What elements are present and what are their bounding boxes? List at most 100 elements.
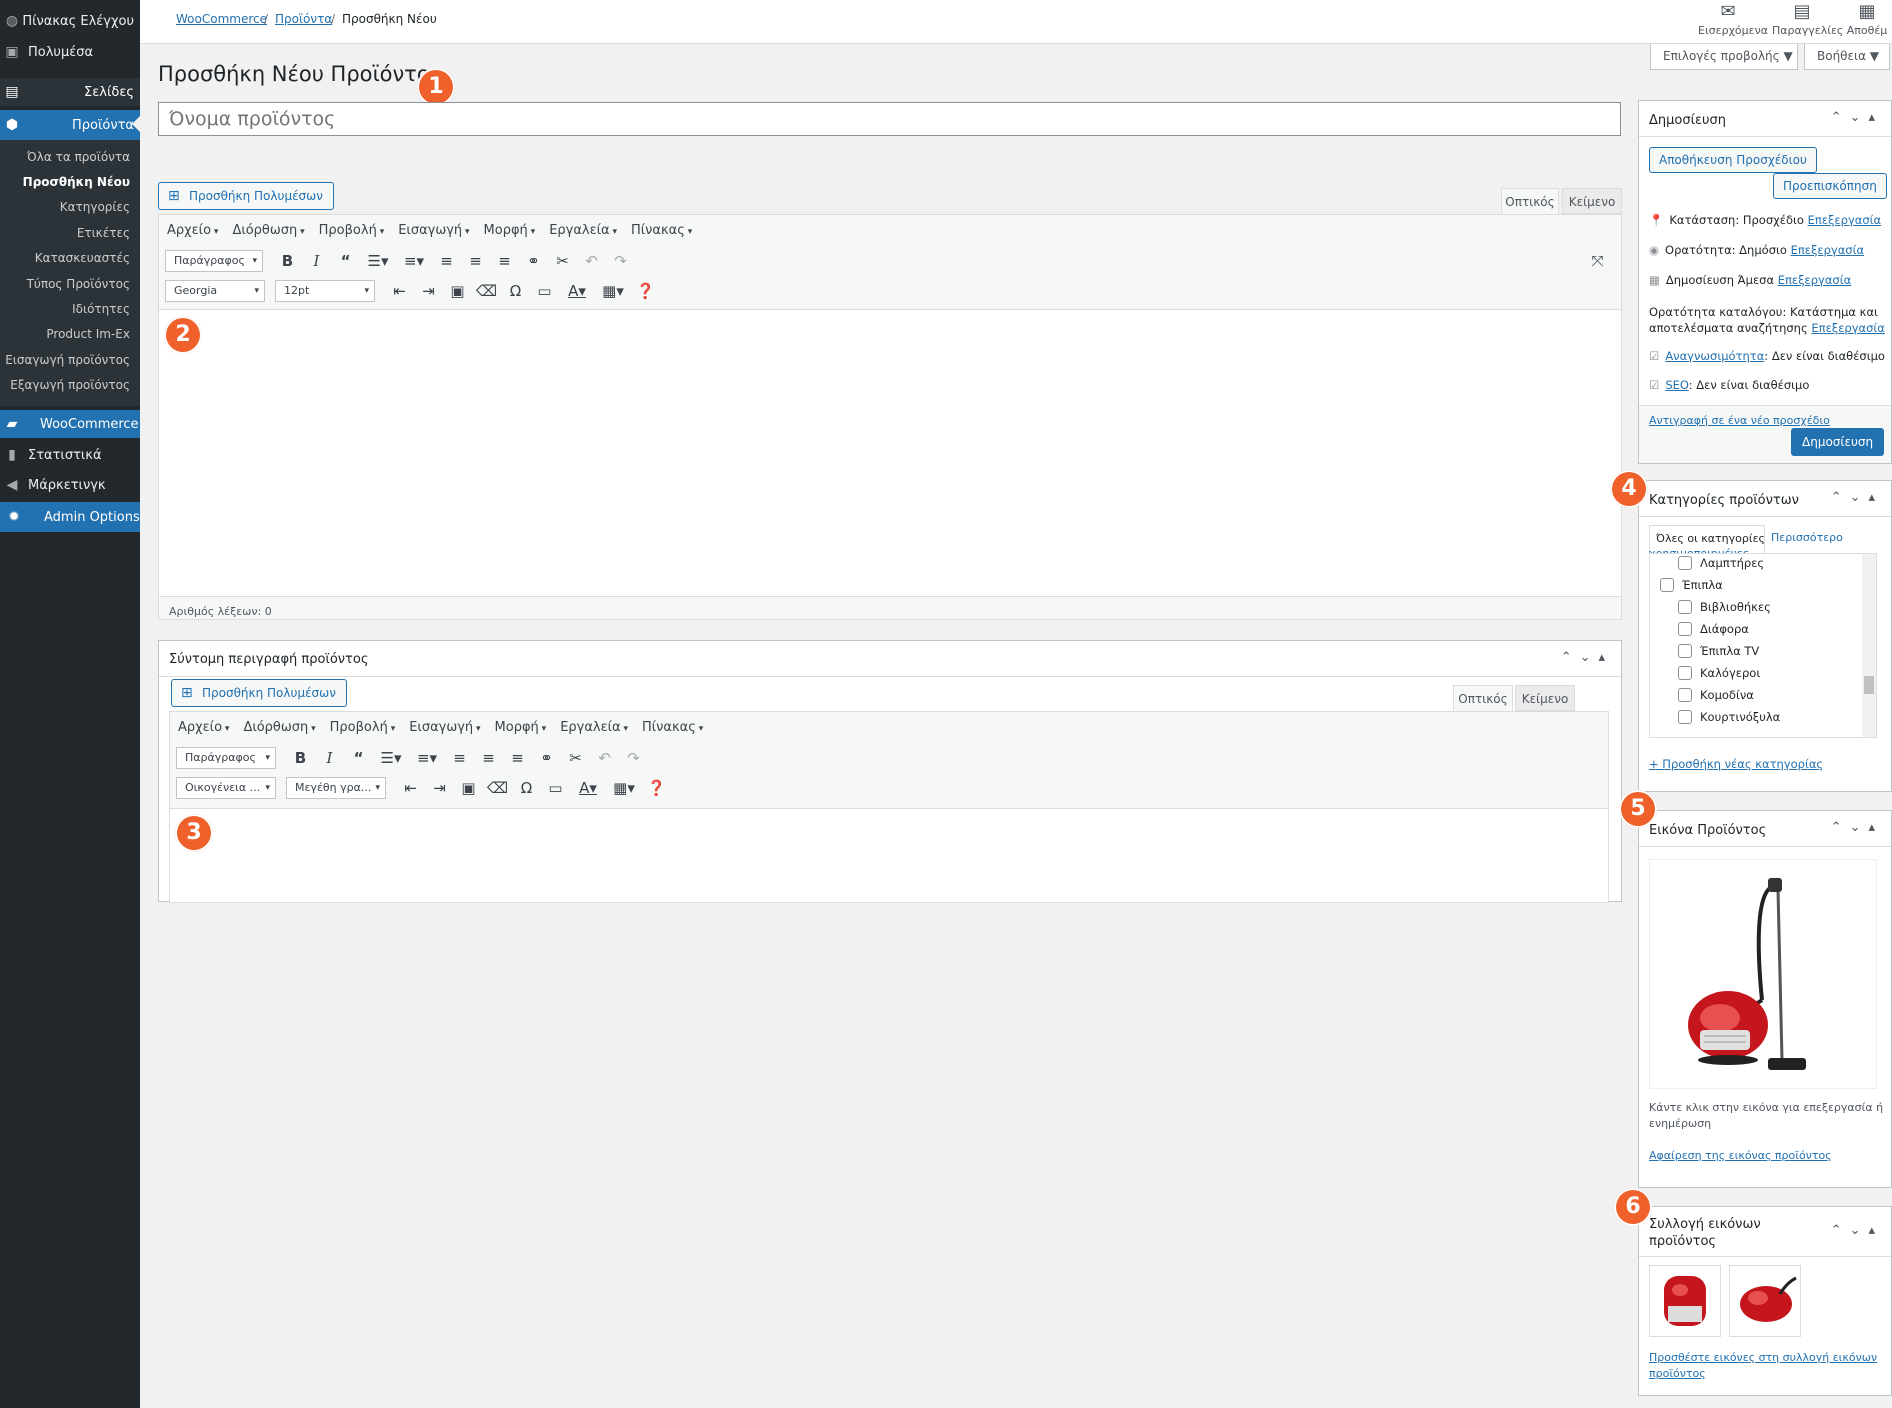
menu-insert[interactable]: Εισαγωγή [398,223,469,238]
preview-button[interactable]: Προεπισκόπηση [1773,173,1887,199]
top-inbox[interactable]: ✉ Εισερχόμενα [1698,0,1768,40]
top-orders[interactable]: ▤ Παραγγελίες [1772,0,1843,40]
sidebar-item-marketing[interactable]: ◀ Μάρκετινγκ [0,471,140,499]
paste-text-icon[interactable]: ▣ [454,776,483,800]
category-item[interactable]: Κουρτινόξυλα [1678,710,1780,724]
link-icon[interactable]: ⚭ [532,746,561,770]
short-desc-tab-visual[interactable]: Οπτικός [1453,685,1513,711]
publish-button[interactable]: Δημοσίευση [1791,428,1885,456]
menu-tools[interactable]: Εργαλεία [560,720,628,735]
bold-icon[interactable]: B [273,249,302,273]
redo-icon[interactable]: ↷ [606,249,635,273]
fullscreen-icon[interactable]: ⤧ [1583,249,1612,273]
outdent-icon[interactable]: ⇤ [396,776,425,800]
submenu-attributes[interactable]: Ιδιότητες [72,302,130,316]
sidebar-item-media[interactable]: ▣ Πολυμέσα [0,38,140,66]
paste-text-icon[interactable]: ▣ [443,279,472,303]
breadcrumb-woocommerce[interactable]: WooCommerce [176,12,267,26]
tab-text[interactable]: Κείμενο [1562,188,1622,214]
category-checkbox[interactable] [1660,578,1674,592]
submenu-manufacturers[interactable]: Κατασκευαστές [35,251,130,265]
readability-link[interactable]: Αναγνωσιμότητα [1665,349,1764,363]
category-checklist[interactable]: Λαμπτήρες Έπιπλα Βιβλιοθήκες Διάφορα Έπι… [1649,553,1877,738]
blockquote-icon[interactable]: “ [344,746,373,770]
submenu-product-type[interactable]: Τύπος Προϊόντος [27,277,130,291]
short-desc-tab-text[interactable]: Κείμενο [1515,685,1575,711]
special-char-icon[interactable]: Ω [501,279,530,303]
align-left-icon[interactable]: ≡ [445,746,474,770]
category-checkbox[interactable] [1678,688,1692,702]
box-controls[interactable]: ⌃⌄▴ [1831,820,1883,835]
clear-format-icon[interactable]: ⌫ [483,776,512,800]
undo-icon[interactable]: ↶ [590,746,619,770]
menu-tools[interactable]: Εργαλεία [549,223,617,238]
font-size-select[interactable]: Μεγέθη γρα... [286,777,386,799]
sidebar-item-products[interactable]: ⬢ Προϊόντα [0,110,140,140]
menu-table[interactable]: Πίνακας [631,223,692,238]
special-char-icon[interactable]: Ω [512,776,541,800]
outdent-icon[interactable]: ⇤ [385,279,414,303]
bold-icon[interactable]: B [286,746,315,770]
align-right-icon[interactable]: ≡ [490,249,519,273]
seo-link[interactable]: SEO [1665,378,1688,392]
category-item[interactable]: Βιβλιοθήκες [1678,600,1771,614]
submenu-add-new[interactable]: Προσθήκη Νέου [23,175,130,189]
box-controls[interactable]: ⌃⌄▴ [1561,650,1613,665]
blockquote-icon[interactable]: “ [331,249,360,273]
format-select[interactable]: Παράγραφος [165,250,263,272]
sidebar-item-woocommerce[interactable]: ▰ WooCommerce [0,410,140,438]
menu-edit[interactable]: Διόρθωση [232,223,304,238]
tab-visual[interactable]: Οπτικός [1501,188,1559,214]
help-button[interactable]: Βοήθεια ▼ [1804,44,1890,70]
undo-icon[interactable]: ↶ [577,249,606,273]
horizontal-line-icon[interactable]: ▭ [530,279,559,303]
gallery-thumb[interactable] [1649,1265,1721,1337]
product-name-input[interactable] [158,102,1621,136]
indent-icon[interactable]: ⇥ [414,279,443,303]
editor-content-area[interactable] [159,309,1621,597]
submenu-product-im-ex[interactable]: Product Im-Ex [46,327,130,341]
help-icon[interactable]: ❓ [631,279,660,303]
add-gallery-images-link-line-2[interactable]: προϊόντος [1649,1367,1706,1380]
menu-insert[interactable]: Εισαγωγή [409,720,480,735]
category-checkbox[interactable] [1678,556,1692,570]
product-image[interactable] [1649,859,1877,1089]
menu-file[interactable]: Αρχείο [167,223,218,238]
align-center-icon[interactable]: ≡ [461,249,490,273]
menu-view[interactable]: Προβολή [319,223,385,238]
menu-format[interactable]: Μορφή [484,223,536,238]
publish-time-edit-link[interactable]: Επεξεργασία [1778,273,1851,287]
save-draft-button[interactable]: Αποθήκευση Προσχέδιου [1649,147,1817,173]
format-select[interactable]: Παράγραφος [176,747,276,769]
category-checkbox[interactable] [1678,666,1692,680]
menu-edit[interactable]: Διόρθωση [243,720,315,735]
menu-file[interactable]: Αρχείο [178,720,229,735]
submenu-export-product[interactable]: Εξαγωγή προϊόντος [10,378,130,392]
unlink-icon[interactable]: ✂ [561,746,590,770]
align-center-icon[interactable]: ≡ [474,746,503,770]
sidebar-item-pages[interactable]: ▤ Σελίδες [0,78,140,106]
indent-icon[interactable]: ⇥ [425,776,454,800]
table-icon[interactable]: ▦▾ [595,279,631,303]
submenu-tags[interactable]: Ετικέτες [77,226,130,240]
box-controls[interactable]: ⌃⌄▴ [1831,1223,1883,1238]
italic-icon[interactable]: I [315,746,344,770]
scrollbar-thumb[interactable] [1864,676,1874,694]
gallery-thumb[interactable] [1729,1265,1801,1337]
redo-icon[interactable]: ↷ [619,746,648,770]
category-item[interactable]: Κομοδίνα [1678,688,1754,702]
unlink-icon[interactable]: ✂ [548,249,577,273]
category-checkbox[interactable] [1678,622,1692,636]
submenu-all-products[interactable]: Όλα τα προϊόντα [27,150,130,164]
menu-format[interactable]: Μορφή [495,720,547,735]
clear-format-icon[interactable]: ⌫ [472,279,501,303]
breadcrumb-products[interactable]: Προϊόντα [275,12,332,26]
sidebar-item-dashboard[interactable]: ◍ Πίνακας Ελέγχου [0,7,140,35]
add-category-link[interactable]: + Προσθήκη νέας κατηγορίας [1649,757,1823,771]
box-controls[interactable]: ⌃⌄▴ [1831,110,1883,125]
category-checkbox[interactable] [1678,600,1692,614]
screen-options-button[interactable]: Επιλογές προβολής ▼ [1650,44,1798,70]
box-controls[interactable]: ⌃⌄▴ [1831,490,1883,505]
menu-view[interactable]: Προβολή [330,720,396,735]
italic-icon[interactable]: I [302,249,331,273]
